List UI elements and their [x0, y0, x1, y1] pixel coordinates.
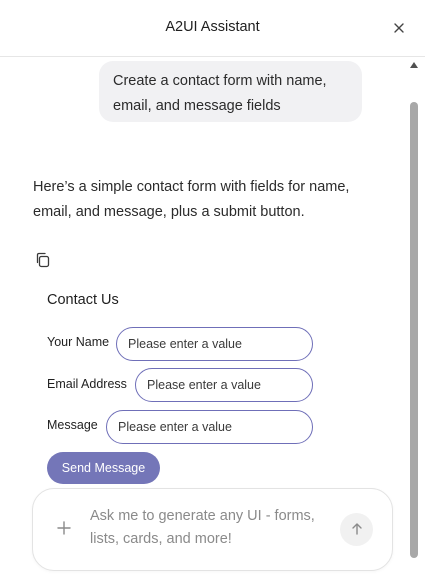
- message-field[interactable]: [106, 410, 313, 444]
- header: A2UI Assistant: [0, 0, 425, 57]
- send-button[interactable]: [340, 513, 373, 546]
- assistant-message: Here’s a simple contact form with fields…: [33, 179, 350, 220]
- header-title: A2UI Assistant: [165, 19, 260, 35]
- email-field[interactable]: [135, 368, 313, 402]
- plus-icon[interactable]: [55, 519, 73, 537]
- name-label: Your Name: [47, 335, 110, 349]
- form-title: Contact Us: [47, 292, 119, 308]
- copy-icon[interactable]: [34, 251, 52, 269]
- arrow-up-icon: [352, 523, 362, 535]
- composer: [32, 488, 393, 571]
- user-message-bubble: Create a contact form with name, email, …: [99, 61, 362, 122]
- composer-input[interactable]: [90, 505, 320, 555]
- scrollbar[interactable]: [407, 58, 421, 577]
- name-field[interactable]: [116, 327, 313, 361]
- scroll-thumb[interactable]: [410, 102, 418, 558]
- scroll-up-arrow-icon[interactable]: [410, 62, 418, 68]
- email-label: Email Address: [47, 377, 127, 391]
- close-icon[interactable]: [390, 19, 408, 37]
- send-message-button[interactable]: Send Message: [47, 452, 160, 484]
- message-label: Message: [47, 418, 98, 432]
